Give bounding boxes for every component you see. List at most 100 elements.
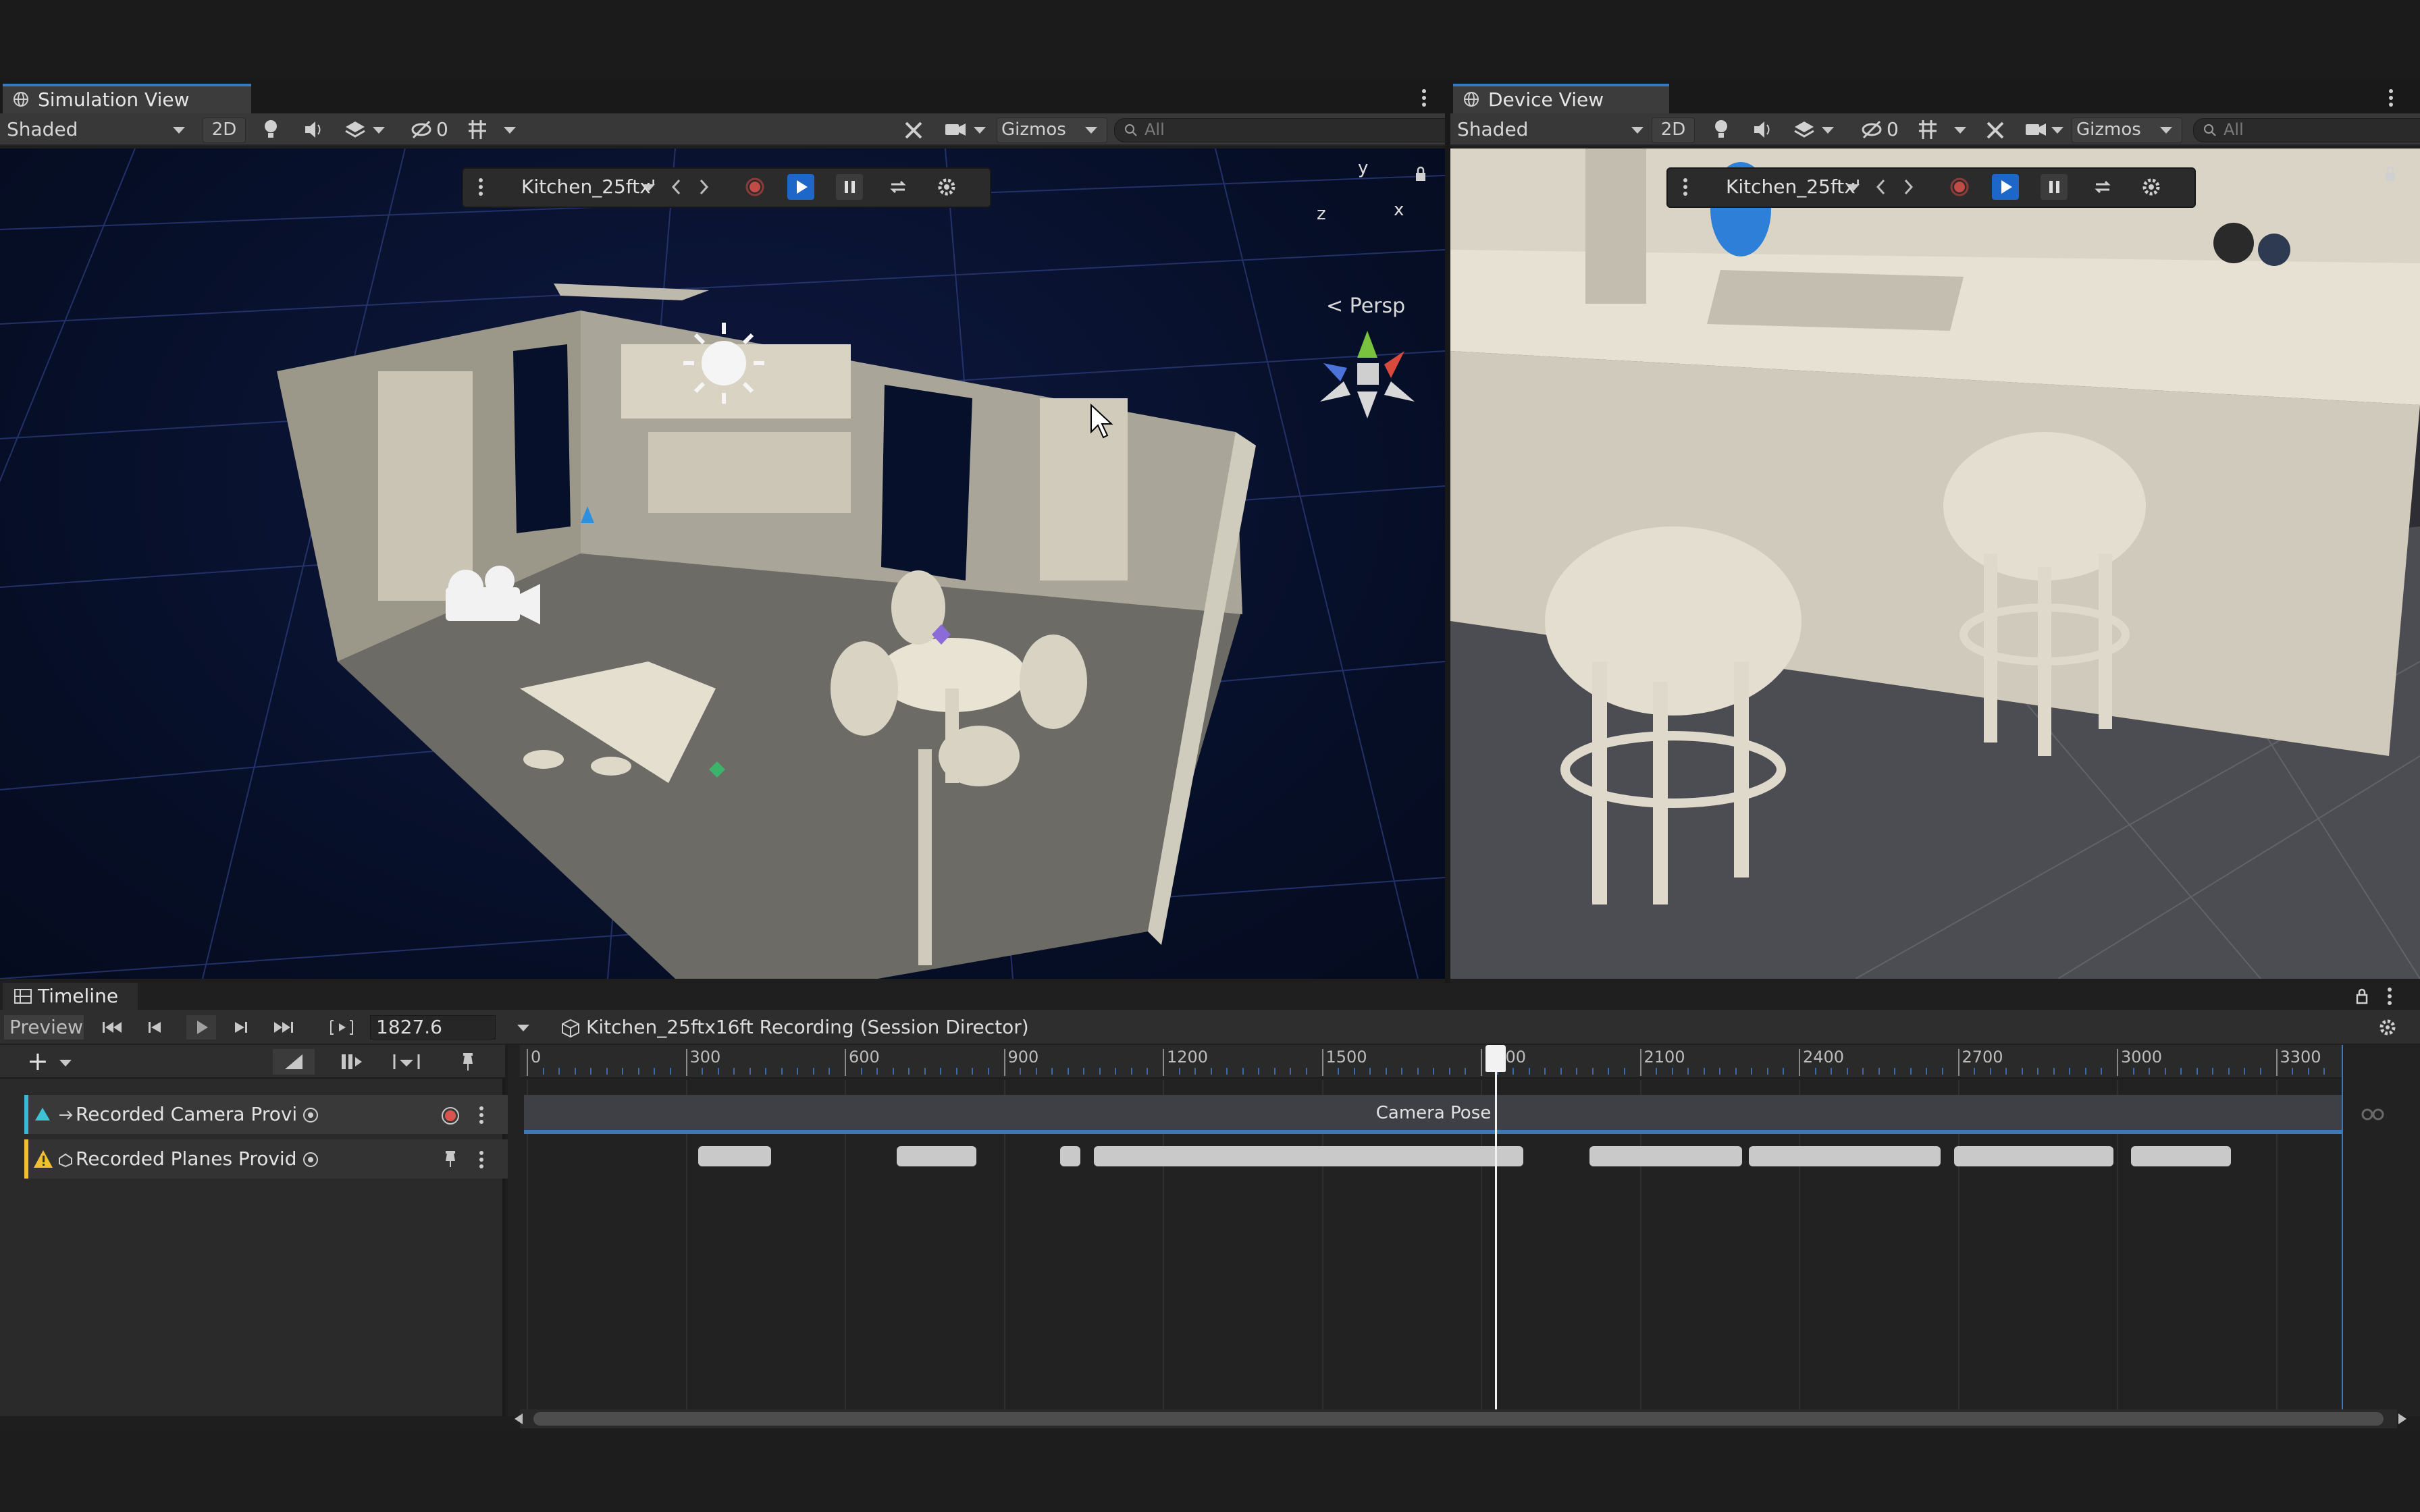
timeline-ruler[interactable]: 0300600900120015001800210024002700300033… (520, 1045, 2343, 1079)
audio-toggle-icon[interactable] (1752, 117, 1776, 142)
cube-icon (562, 1019, 579, 1038)
pin-icon[interactable] (456, 1049, 479, 1075)
search-input[interactable]: All (1114, 118, 1472, 142)
play-icon[interactable] (1992, 174, 2019, 200)
current-frame-field[interactable]: 1827.6 (370, 1015, 496, 1040)
next-scene-icon[interactable] (690, 174, 717, 200)
tab-device-view[interactable]: Device View (1453, 84, 1669, 116)
snap-toggle-icon[interactable] (273, 1049, 315, 1075)
search-input[interactable]: All (2193, 118, 2420, 142)
camera-settings-dropdown[interactable] (944, 117, 987, 142)
timeline-playhead[interactable] (1485, 1045, 1506, 1409)
previous-scene-icon[interactable] (663, 174, 690, 200)
device-viewport[interactable]: Kitchen_25ftx' (1450, 148, 2420, 979)
mix-edit-icon[interactable] (392, 1049, 421, 1075)
signal-marker-group[interactable] (1749, 1146, 1941, 1166)
signal-marker-group[interactable] (698, 1146, 771, 1166)
add-track-button[interactable]: + (27, 1048, 78, 1075)
settings-gear-icon[interactable] (933, 174, 960, 200)
preview-toggle-button[interactable]: Preview (4, 1015, 84, 1040)
gizmos-dropdown[interactable]: Gizmos (2072, 117, 2182, 143)
ruler-minor-tick (1576, 1068, 1578, 1075)
record-icon[interactable] (1946, 174, 1973, 200)
play-icon[interactable] (787, 174, 814, 200)
scene-selector[interactable]: Kitchen_25ftx' (1726, 174, 1861, 200)
overlay-menu-icon[interactable] (467, 174, 494, 200)
go-to-end-icon[interactable] (271, 1017, 298, 1038)
next-frame-icon[interactable] (228, 1017, 253, 1038)
planes-signal-markers[interactable] (520, 1141, 2343, 1172)
panel-splitter[interactable] (1445, 78, 1450, 983)
play-range-icon[interactable] (327, 1017, 357, 1038)
track-record-icon[interactable] (440, 1106, 461, 1126)
perspective-toggle[interactable]: < Persp (1326, 294, 1405, 318)
tools-icon[interactable] (902, 117, 926, 142)
lighting-toggle-icon[interactable] (1711, 117, 1735, 142)
previous-scene-icon[interactable] (1868, 174, 1895, 200)
simulation-viewport[interactable]: y x z < Persp Kitchen_25ftx' (0, 148, 1445, 979)
signal-marker-group[interactable] (1060, 1146, 1080, 1166)
track-menu-icon[interactable] (478, 1106, 485, 1125)
tools-icon[interactable] (1984, 117, 2008, 142)
scroll-left-arrow-icon[interactable] (515, 1413, 523, 1424)
camera-pose-clip[interactable]: Camera Pose (524, 1095, 2343, 1134)
lock-icon[interactable] (1414, 166, 1427, 182)
grid-dropdown[interactable] (466, 117, 520, 142)
settings-gear-icon[interactable] (2138, 174, 2165, 200)
lock-icon[interactable] (2384, 166, 2397, 182)
pause-icon[interactable] (2041, 174, 2068, 200)
object-target-icon[interactable] (302, 1152, 319, 1168)
ruler-tick-label: 3300 (2280, 1048, 2321, 1066)
chevron-down-icon[interactable] (517, 1025, 529, 1031)
panel-menu-icon[interactable] (2386, 987, 2393, 1006)
pin-icon[interactable] (442, 1149, 459, 1169)
signal-marker-group[interactable] (897, 1146, 976, 1166)
effects-dropdown[interactable] (344, 117, 385, 142)
track-recorded-planes[interactable]: Recorded Planes Provid (24, 1139, 509, 1179)
tab-timeline[interactable]: Timeline (3, 983, 138, 1010)
grid-dropdown[interactable] (1916, 117, 1970, 142)
hidden-objects-toggle[interactable]: 0 (1861, 117, 1908, 142)
scroll-right-arrow-icon[interactable] (2398, 1413, 2406, 1424)
record-icon[interactable] (741, 174, 768, 200)
signal-marker-group[interactable] (1589, 1146, 1742, 1166)
effects-dropdown[interactable] (1793, 117, 1834, 142)
tab-simulation-view[interactable]: Simulation View (3, 84, 251, 116)
ripple-edit-icon[interactable] (338, 1049, 367, 1075)
pause-icon[interactable] (836, 174, 863, 200)
overlay-menu-icon[interactable] (1672, 174, 1699, 200)
search-icon (2204, 124, 2216, 136)
panel-menu-icon[interactable] (2388, 88, 2394, 108)
audio-toggle-icon[interactable] (302, 117, 327, 142)
signal-marker-group[interactable] (1094, 1146, 1523, 1166)
search-placeholder: All (2224, 120, 2244, 139)
2d-toggle-button[interactable]: 2D (203, 117, 246, 143)
ruler-minor-tick (2196, 1068, 2198, 1075)
camera-settings-dropdown[interactable] (2024, 117, 2068, 142)
gizmos-dropdown[interactable]: Gizmos (997, 117, 1107, 143)
panel-menu-icon[interactable] (1421, 88, 1427, 108)
timeline-play-icon[interactable] (186, 1015, 216, 1040)
lighting-toggle-icon[interactable] (261, 117, 285, 142)
timeline-settings-gear-icon[interactable] (2377, 1017, 2398, 1038)
scene-selector[interactable]: Kitchen_25ftx' (521, 174, 656, 200)
loop-icon[interactable] (2089, 174, 2116, 200)
shading-mode-dropdown[interactable]: Shaded (1457, 117, 1643, 142)
2d-toggle-button[interactable]: 2D (1652, 117, 1695, 143)
loop-icon[interactable] (885, 174, 912, 200)
signal-marker-group[interactable] (1954, 1146, 2113, 1166)
shading-mode-dropdown[interactable]: Shaded (7, 117, 189, 142)
hidden-objects-toggle[interactable]: 0 (411, 117, 458, 142)
previous-frame-icon[interactable] (143, 1017, 167, 1038)
lock-icon[interactable] (2355, 988, 2369, 1004)
object-target-icon[interactable] (302, 1107, 319, 1123)
signal-marker-group[interactable] (2131, 1146, 2231, 1166)
timeline-director-breadcrumb[interactable]: Kitchen_25ftx16ft Recording (Session Dir… (558, 1015, 1044, 1040)
ruler-minor-tick (542, 1068, 544, 1075)
next-scene-icon[interactable] (1895, 174, 1922, 200)
playhead-handle[interactable] (1485, 1045, 1506, 1072)
track-menu-icon[interactable] (478, 1150, 485, 1169)
go-to-start-icon[interactable] (100, 1017, 124, 1038)
timeline-scrollbar-thumb[interactable] (533, 1412, 2384, 1426)
track-recorded-camera[interactable]: Recorded Camera Provi (24, 1095, 509, 1134)
